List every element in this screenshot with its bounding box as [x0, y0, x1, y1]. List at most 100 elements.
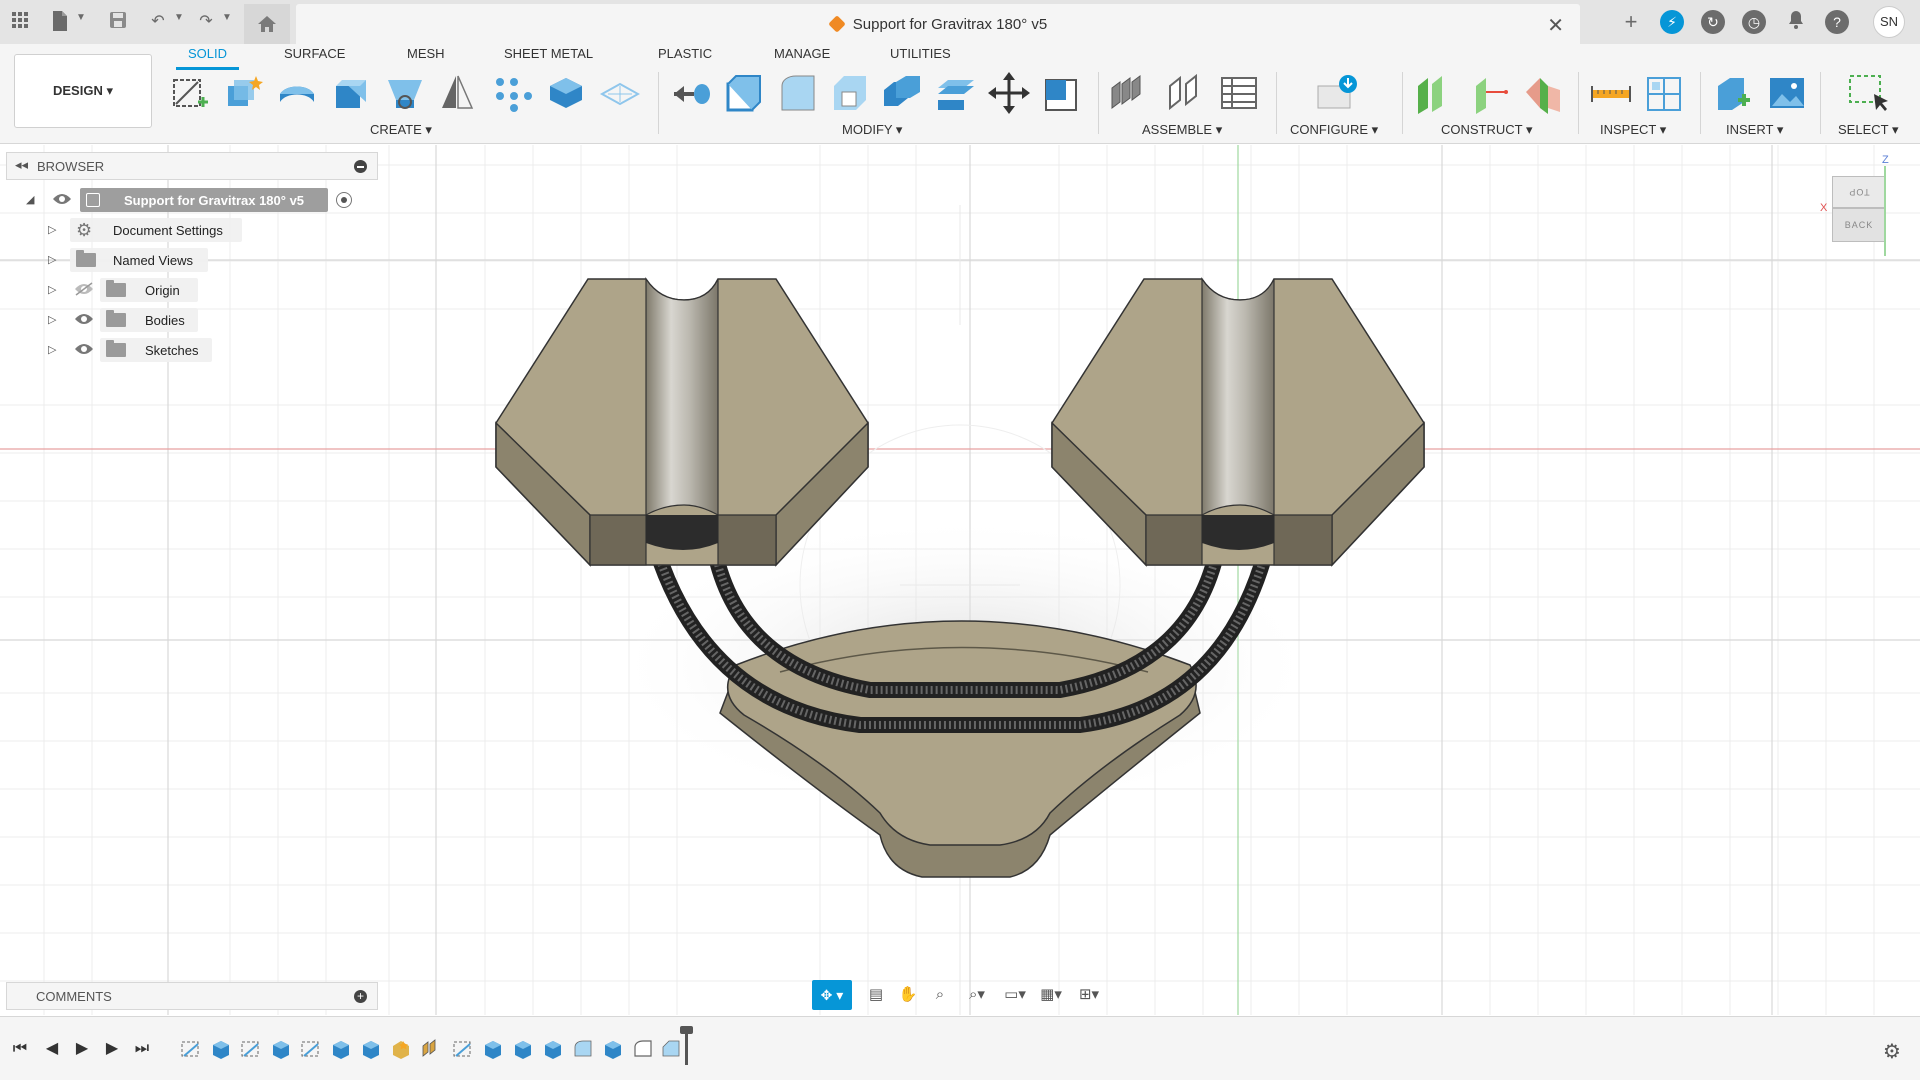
timeline-extrude-icon[interactable]: [542, 1038, 564, 1060]
close-tab-icon[interactable]: ✕: [1547, 13, 1564, 38]
timeline-settings-gear-icon[interactable]: ⚙: [1883, 1039, 1901, 1064]
step-back-icon[interactable]: ◀: [42, 1039, 62, 1059]
press-pull-icon[interactable]: [670, 72, 712, 114]
select-group-label[interactable]: SELECT ▾: [1838, 122, 1898, 138]
design-canvas[interactable]: [0, 145, 1920, 1015]
activate-radio-icon[interactable]: [336, 192, 352, 208]
expand-triangle-icon[interactable]: ▷: [48, 313, 56, 326]
expand-triangle-icon[interactable]: ▷: [48, 343, 56, 356]
play-icon[interactable]: ▶: [72, 1039, 92, 1059]
support-model[interactable]: [0, 145, 1920, 1015]
inspect-group-label[interactable]: INSPECT ▾: [1600, 122, 1666, 138]
select-window-icon[interactable]: [1846, 72, 1888, 114]
grid-settings-icon[interactable]: ▦▾: [1034, 986, 1068, 1004]
new-tab-plus-icon[interactable]: +: [1619, 10, 1643, 34]
plane-at-angle-icon[interactable]: [1468, 72, 1510, 114]
timeline-fillet-icon[interactable]: [632, 1038, 654, 1060]
timeline-fillet-icon[interactable]: [572, 1038, 594, 1060]
browser-item-named-views[interactable]: ▷ Named Views: [48, 248, 248, 274]
save-icon[interactable]: [106, 10, 130, 34]
browser-root-item[interactable]: ◢ Support for Gravitrax 180° v5: [26, 188, 366, 214]
browser-item-bodies[interactable]: ▷ Bodies: [48, 308, 248, 334]
notifications-bell-icon[interactable]: [1784, 10, 1808, 34]
expand-triangle-icon[interactable]: ▷: [48, 253, 56, 266]
chamfer-icon[interactable]: [776, 72, 818, 114]
look-at-icon[interactable]: ▤: [866, 986, 886, 1004]
new-component-icon[interactable]: [222, 72, 264, 114]
timeline-extrude-icon[interactable]: [330, 1038, 352, 1060]
zoom-icon[interactable]: ⌕: [930, 986, 950, 1004]
expand-triangle-icon[interactable]: ▷: [48, 283, 56, 296]
step-forward-icon[interactable]: ▶: [102, 1039, 122, 1059]
view-cube[interactable]: Z X TOP BACK: [1820, 154, 1912, 268]
timeline-extrude-icon[interactable]: [210, 1038, 232, 1060]
timeline-extrude-icon[interactable]: [602, 1038, 624, 1060]
timeline-joint-icon[interactable]: [420, 1038, 442, 1060]
extrude-icon[interactable]: [276, 72, 318, 114]
modify-group-label[interactable]: MODIFY ▾: [842, 122, 902, 138]
offset-plane-icon[interactable]: [1414, 72, 1456, 114]
timeline-sketch-icon[interactable]: [180, 1038, 202, 1060]
browser-item-sketches[interactable]: ▷ Sketches: [48, 338, 248, 364]
timeline-sketch-icon[interactable]: [240, 1038, 262, 1060]
timeline-component-icon[interactable]: [390, 1038, 412, 1060]
browser-item-document-settings[interactable]: ▷ ⚙ Document Settings: [48, 218, 248, 244]
box-primitive-icon[interactable]: [544, 72, 586, 114]
shell-icon[interactable]: [828, 72, 870, 114]
create-group-label[interactable]: CREATE ▾: [370, 122, 432, 138]
extensions-icon[interactable]: ⚡: [1660, 10, 1684, 34]
tab-surface[interactable]: SURFACE: [284, 46, 345, 66]
file-menu-chevron-down-icon[interactable]: ▼: [76, 12, 86, 23]
move-copy-icon[interactable]: [988, 72, 1030, 114]
timeline-sketch-icon[interactable]: [452, 1038, 474, 1060]
visibility-eye-icon[interactable]: [74, 342, 94, 356]
workspace-switcher-button[interactable]: DESIGN ▾: [14, 54, 152, 128]
revolve-icon[interactable]: [330, 72, 372, 114]
configure-icon[interactable]: [1316, 72, 1358, 114]
timeline-extrude-icon[interactable]: [482, 1038, 504, 1060]
add-comment-icon[interactable]: +: [354, 990, 367, 1003]
fit-zoom-icon[interactable]: ⌕▾: [962, 986, 992, 1004]
split-body-icon[interactable]: [934, 72, 976, 114]
file-icon[interactable]: [48, 10, 72, 34]
undo-icon[interactable]: ↶: [146, 10, 170, 34]
pan-hand-icon[interactable]: ✋: [898, 986, 918, 1004]
timeline-extrude-icon[interactable]: [270, 1038, 292, 1060]
collapse-browser-icon[interactable]: ◂◂: [15, 157, 28, 173]
expand-triangle-icon[interactable]: ▷: [48, 223, 56, 236]
redo-chevron-down-icon[interactable]: ▼: [222, 12, 232, 23]
tab-utilities[interactable]: UTILITIES: [890, 46, 951, 66]
document-tab[interactable]: Support for Gravitrax 180° v5 ✕: [296, 4, 1580, 44]
construct-group-label[interactable]: CONSTRUCT ▾: [1441, 122, 1533, 138]
insert-derive-icon[interactable]: [1712, 72, 1754, 114]
plane-surface-icon[interactable]: [598, 72, 640, 114]
user-avatar[interactable]: SN: [1873, 6, 1905, 38]
timeline-sketch-icon[interactable]: [300, 1038, 322, 1060]
timeline-extrude-icon[interactable]: [360, 1038, 382, 1060]
redo-icon[interactable]: ↷: [194, 10, 218, 34]
configure-group-label[interactable]: CONFIGURE ▾: [1290, 122, 1378, 138]
tab-mesh[interactable]: MESH: [407, 46, 445, 66]
align-icon[interactable]: [1040, 72, 1082, 114]
visibility-eye-icon[interactable]: [52, 192, 72, 206]
app-grid-icon[interactable]: [8, 10, 32, 34]
view-cube-top-face[interactable]: TOP: [1832, 176, 1886, 208]
job-status-icon[interactable]: ↻: [1701, 10, 1725, 34]
undo-chevron-down-icon[interactable]: ▼: [174, 12, 184, 23]
clock-icon[interactable]: ◷: [1742, 10, 1766, 34]
orbit-icon[interactable]: ✥ ▾: [812, 980, 852, 1010]
insert-canvas-icon[interactable]: [1766, 72, 1808, 114]
section-analysis-icon[interactable]: [1644, 72, 1686, 114]
browser-minimize-icon[interactable]: [354, 160, 367, 173]
fillet-icon[interactable]: [722, 72, 764, 114]
go-to-end-icon[interactable]: ⏭: [132, 1039, 152, 1059]
home-tab[interactable]: [244, 4, 290, 44]
tab-manage[interactable]: MANAGE: [774, 46, 830, 66]
as-built-joint-icon[interactable]: [1164, 72, 1206, 114]
combine-icon[interactable]: [880, 72, 922, 114]
tab-plastic[interactable]: PLASTIC: [658, 46, 712, 66]
collapse-triangle-icon[interactable]: ◢: [26, 193, 34, 206]
hidden-eye-icon[interactable]: [74, 282, 94, 296]
measure-icon[interactable]: [1590, 72, 1632, 114]
tab-solid[interactable]: SOLID: [175, 46, 240, 70]
